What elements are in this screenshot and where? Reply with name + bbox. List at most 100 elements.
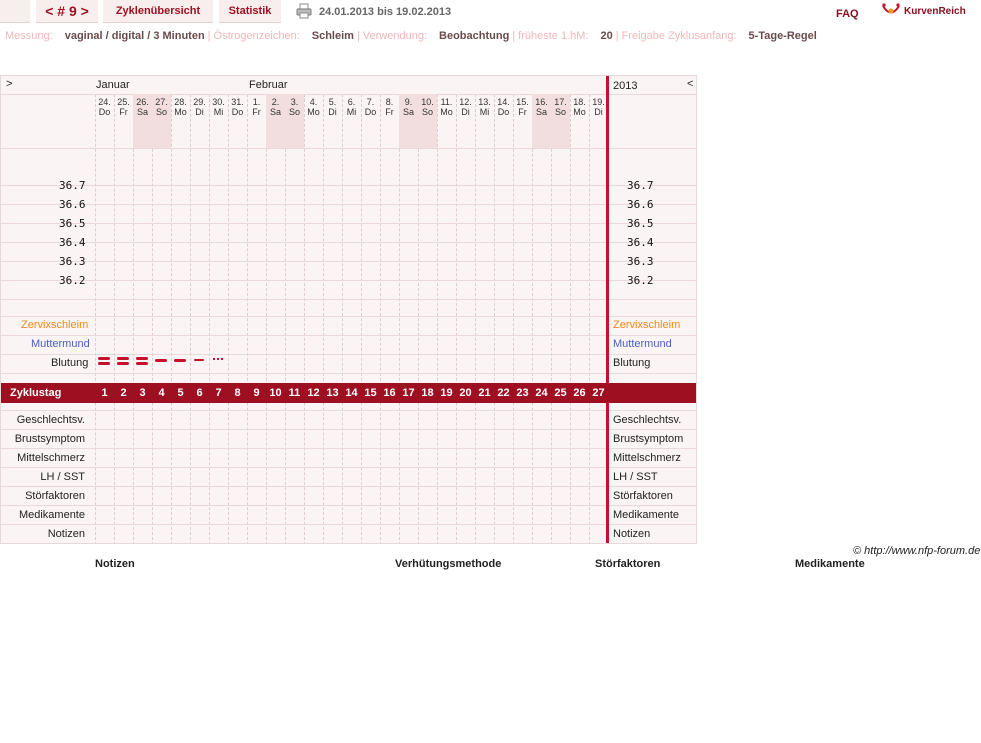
grid-vline — [190, 94, 191, 543]
zyklustag-number: 19 — [440, 387, 453, 399]
zyklustag-number: 23 — [516, 387, 529, 399]
chart-nav-right[interactable]: < — [687, 78, 693, 90]
day-weekday: Di — [461, 107, 470, 117]
temp-label-right: 36.4 — [627, 236, 654, 249]
grid-vline — [532, 94, 533, 543]
day-date: 26. — [136, 97, 149, 107]
cycle-nav-button[interactable]: < # 9 > — [36, 0, 98, 23]
zyklustag-number: 2 — [120, 387, 127, 399]
bleeding-dot — [217, 358, 219, 360]
day-label[interactable]: 6. Mi — [342, 97, 361, 117]
kurvenreich-logo[interactable]: KurvenReich — [881, 2, 966, 20]
grid-vline — [475, 94, 476, 543]
day-label[interactable]: 30. Mi — [209, 97, 228, 117]
row-label-bottom: Mittelschmerz — [17, 452, 85, 464]
brand-name: KurvenReich — [904, 5, 966, 17]
day-label[interactable]: 13. Mi — [475, 97, 494, 117]
day-label[interactable]: 4. Mo — [304, 97, 323, 117]
bleeding-dot — [221, 358, 223, 360]
bleeding-marker[interactable] — [211, 355, 225, 369]
bleeding-dash — [117, 357, 129, 360]
row-label-bottom: Brustsymptom — [14, 433, 85, 445]
settings-separator: | — [615, 30, 619, 42]
tab-statistik[interactable]: Statistik — [219, 0, 281, 23]
day-label[interactable]: 5. Di — [323, 97, 342, 117]
settings-separator: | — [512, 30, 516, 42]
day-weekday: Di — [195, 107, 204, 117]
day-label[interactable]: 12. Di — [456, 97, 475, 117]
day-label[interactable]: 14. Do — [494, 97, 513, 117]
day-label[interactable]: 25. Fr — [114, 97, 133, 117]
setting-value: vaginal / digital / 3 Minuten — [64, 30, 205, 42]
blank-tab[interactable] — [0, 0, 30, 23]
copyright: © http://www.nfp-forum.de — [853, 545, 981, 557]
bleeding-marker[interactable] — [154, 355, 168, 369]
bleeding-marker[interactable] — [97, 355, 111, 369]
bleeding-marker[interactable] — [116, 355, 130, 369]
day-label[interactable]: 8. Fr — [380, 97, 399, 117]
grid-vline — [589, 94, 590, 543]
day-label[interactable]: 1. Fr — [247, 97, 266, 117]
bleeding-marker[interactable] — [192, 355, 206, 369]
day-label[interactable]: 29. Di — [190, 97, 209, 117]
grid-vline — [247, 94, 248, 543]
bleeding-dash — [98, 357, 110, 360]
tab-zyklenuebersicht[interactable]: Zyklenübersicht — [103, 0, 213, 23]
day-date: 19. — [592, 97, 605, 107]
zyklustag-number: 11 — [288, 387, 301, 399]
day-label[interactable]: 28. Mo — [171, 97, 190, 117]
zyklustag-number: 16 — [383, 387, 396, 399]
bleeding-marker[interactable] — [135, 355, 149, 369]
setting-label: früheste 1.hM: — [518, 30, 589, 42]
footer-header-medikamente: Medikamente — [795, 558, 865, 570]
grid-vline — [551, 94, 552, 543]
row-label-blutung: Blutung — [51, 357, 89, 369]
grid-vline — [133, 94, 134, 543]
day-label[interactable]: 11. Mo — [437, 97, 456, 117]
faq-link[interactable]: FAQ — [836, 8, 859, 20]
settings-separator: | — [207, 30, 211, 42]
day-label[interactable]: 7. Do — [361, 97, 380, 117]
day-weekday: Do — [497, 107, 510, 117]
grid-vline — [152, 94, 153, 543]
temp-label-right: 36.6 — [627, 198, 654, 211]
day-label[interactable]: 27. So — [152, 97, 171, 117]
day-weekday: Mi — [479, 107, 490, 117]
day-date: 6. — [347, 97, 356, 107]
day-label[interactable]: 15. Fr — [513, 97, 532, 117]
day-label[interactable]: 18. Mo — [570, 97, 589, 117]
temp-label-left: 36.3 — [59, 255, 86, 268]
day-date: 17. — [554, 97, 567, 107]
day-weekday: So — [155, 107, 167, 117]
day-weekday: Fr — [252, 107, 261, 117]
day-label[interactable]: 2. Sa — [266, 97, 285, 117]
day-label[interactable]: 24. Do — [95, 97, 114, 117]
day-date: 24. — [98, 97, 111, 107]
zyklustag-label: Zyklustag — [10, 387, 62, 399]
grid-hline — [1, 242, 696, 243]
grid-hline — [1, 223, 696, 224]
day-label[interactable]: 3. So — [285, 97, 304, 117]
day-label[interactable]: 10. So — [418, 97, 437, 117]
day-weekday: Sa — [535, 107, 547, 117]
printer-icon[interactable] — [296, 3, 312, 19]
setting-label: Freigabe Zyklusanfang: — [621, 30, 737, 42]
day-label[interactable]: 9. Sa — [399, 97, 418, 117]
day-label[interactable]: 31. Do — [228, 97, 247, 117]
day-label[interactable]: 26. Sa — [133, 97, 152, 117]
bleeding-marker[interactable] — [173, 355, 187, 369]
grid-hline — [1, 410, 696, 411]
grid-vline — [380, 94, 381, 543]
chart-nav-left[interactable]: > — [6, 78, 12, 90]
heart-logo-icon — [882, 3, 900, 14]
day-label[interactable]: 17. So — [551, 97, 570, 117]
day-label[interactable]: 19. Di — [589, 97, 608, 117]
day-date: 14. — [497, 97, 510, 107]
day-label[interactable]: 16. Sa — [532, 97, 551, 117]
setting-value: 20 — [600, 30, 613, 42]
day-date: 16. — [535, 97, 548, 107]
row-label-bottom-right: Geschlechtsv. — [613, 414, 682, 426]
grid-vline — [456, 94, 457, 543]
temp-label-left: 36.4 — [59, 236, 86, 249]
day-weekday: So — [421, 107, 433, 117]
